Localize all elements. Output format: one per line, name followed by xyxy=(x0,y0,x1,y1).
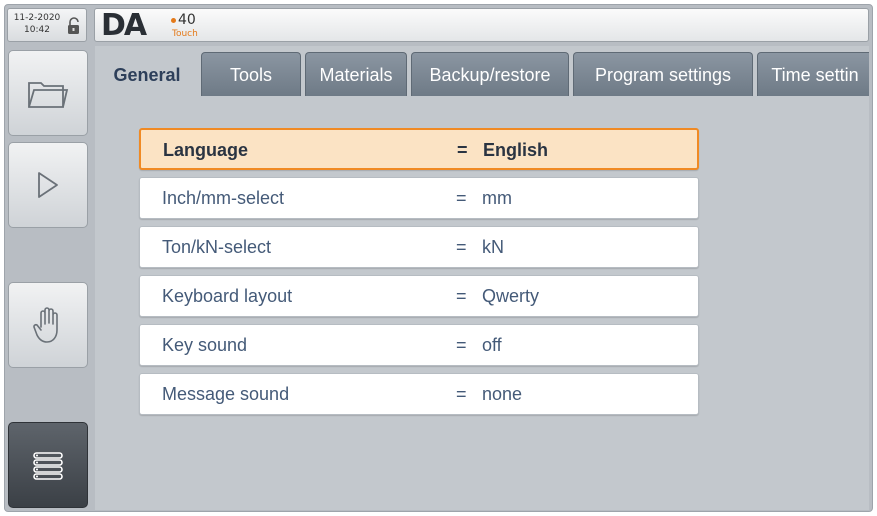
hand-icon xyxy=(32,305,64,345)
header-bar: DA 40 Touch xyxy=(94,8,869,43)
setting-equals: = xyxy=(457,140,468,160)
setting-equals: = xyxy=(456,286,467,306)
setting-label: Ton/kN-select xyxy=(162,237,272,257)
setting-value: kN xyxy=(482,237,504,257)
setting-value: off xyxy=(482,335,502,355)
setting-equals: = xyxy=(456,188,467,208)
setting-row-language[interactable]: Language = English xyxy=(139,128,699,170)
setting-label: Inch/mm-select xyxy=(162,188,285,208)
setting-row-keyboard-layout[interactable]: Keyboard layout = Qwerty xyxy=(139,275,699,317)
run-button[interactable] xyxy=(8,142,88,228)
setting-equals: = xyxy=(456,237,467,257)
tab-time-settings[interactable]: Time settin xyxy=(757,52,869,96)
logo-dot xyxy=(171,17,176,23)
setting-row-inch-mm[interactable]: Inch/mm-select = mm xyxy=(139,177,699,219)
clock-panel: 11-2-2020 10:42 xyxy=(7,8,87,42)
setting-label: Key sound xyxy=(162,335,248,355)
clock-date: 11-2-2020 xyxy=(13,13,61,23)
setting-equals: = xyxy=(456,384,467,404)
logo-sub: Touch xyxy=(172,29,198,39)
logo-model-text: 40 xyxy=(178,12,196,28)
tab-materials[interactable]: Materials xyxy=(305,52,407,96)
setting-value: English xyxy=(483,140,549,160)
unlock-icon[interactable] xyxy=(66,17,82,35)
setting-value: Qwerty xyxy=(482,286,540,306)
manual-mode-button[interactable] xyxy=(8,282,88,368)
list-menu-icon xyxy=(31,450,65,480)
setting-label: Message sound xyxy=(162,384,290,404)
setting-label: Keyboard layout xyxy=(162,286,293,306)
main-menu-button[interactable] xyxy=(8,422,88,508)
tab-general[interactable]: General xyxy=(97,50,197,98)
folder-icon xyxy=(26,75,70,111)
logo-model: 40 xyxy=(171,13,196,27)
setting-row-message-sound[interactable]: Message sound = none xyxy=(139,373,699,415)
tab-backup-restore[interactable]: Backup/restore xyxy=(411,52,569,96)
logo-brand: DA xyxy=(101,8,147,43)
clock-time: 10:42 xyxy=(24,25,50,35)
setting-equals: = xyxy=(456,335,467,355)
open-folder-button[interactable] xyxy=(8,50,88,136)
tab-tools[interactable]: Tools xyxy=(201,52,301,96)
play-icon xyxy=(35,170,61,200)
tab-program-settings[interactable]: Program settings xyxy=(573,52,753,96)
setting-row-ton-kn[interactable]: Ton/kN-select = kN xyxy=(139,226,699,268)
sidebar xyxy=(6,46,90,510)
tab-bar: General Tools Materials Backup/restore P… xyxy=(95,48,869,98)
setting-label: Language xyxy=(163,140,249,160)
setting-row-key-sound[interactable]: Key sound = off xyxy=(139,324,699,366)
main-panel: General Tools Materials Backup/restore P… xyxy=(95,46,869,510)
setting-value: none xyxy=(482,384,523,404)
setting-value: mm xyxy=(482,188,512,208)
